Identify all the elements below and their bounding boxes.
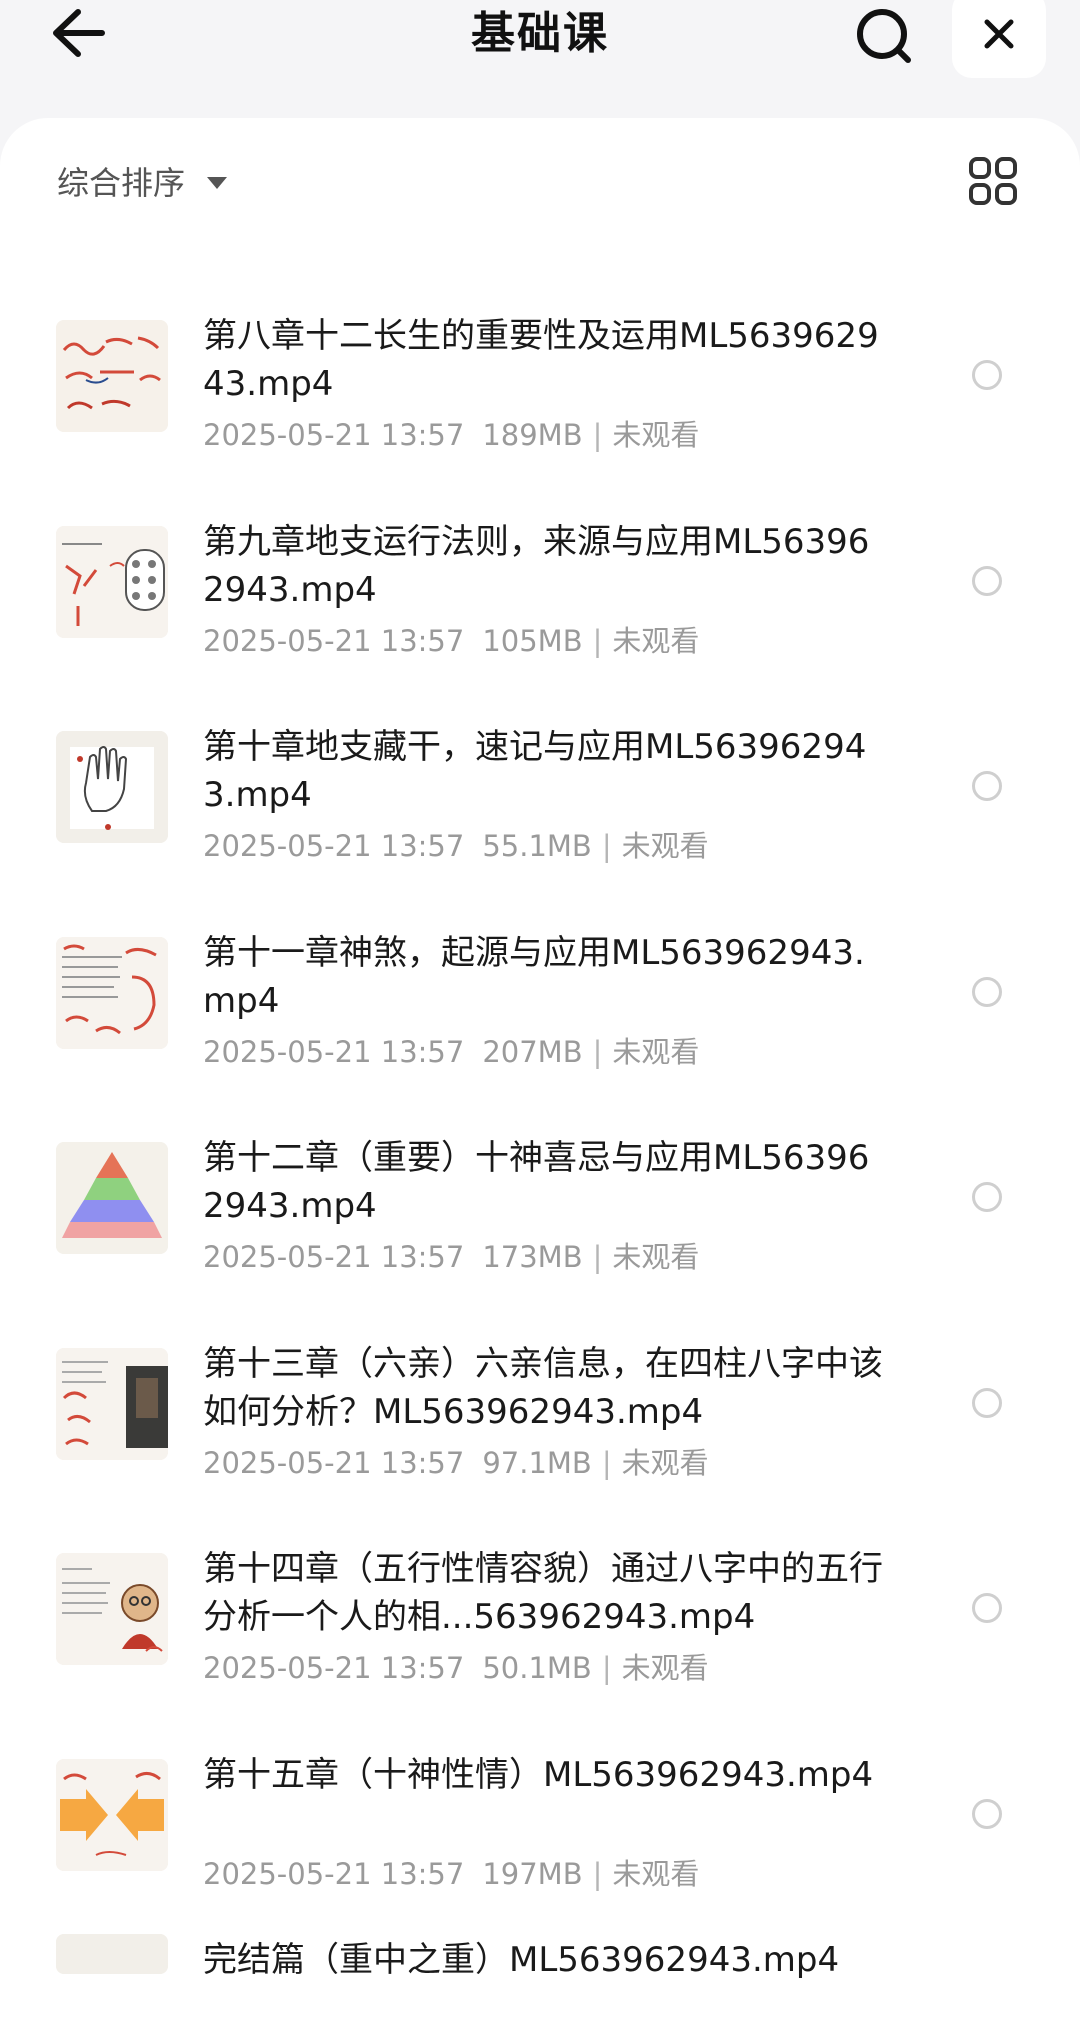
file-title: 第十四章（五行性情容貌）通过八字中的五行分析一个人的相...563962943.… [203, 1549, 883, 1637]
file-meta: 2025-05-21 13:57 55.1MB | 未观看 [203, 823, 709, 865]
file-panel: 综合排序 第八章十二长生的重要性及运用ML563962943.mp4 2025-… [0, 118, 1080, 2018]
file-meta: 2025-05-21 13:57 207MB | 未观看 [203, 1029, 699, 1071]
list-item[interactable]: 第十一章神煞，起源与应用ML563962943.mp4 2025-05-21 1… [0, 907, 1080, 1113]
select-radio[interactable] [972, 1593, 1002, 1623]
sort-label: 综合排序 [57, 164, 186, 202]
meta-divider: | [592, 1856, 603, 1891]
list-item-partial[interactable]: 完结篇（重中之重）ML563962943.mp4 [0, 1928, 1080, 1980]
watch-status: 未观看 [612, 1240, 700, 1274]
file-date: 2025-05-21 13:57 [203, 418, 465, 452]
file-title: 第十三章（六亲）六亲信息，在四柱八字中该如何分析？ML563962943.mp4 [203, 1343, 883, 1432]
list-item[interactable]: 第十四章（五行性情容貌）通过八字中的五行分析一个人的相...563962943.… [0, 1523, 1080, 1729]
file-title: 第八章十二长生的重要性及运用ML563962943.mp4 [203, 316, 879, 404]
search-button[interactable] [852, 4, 916, 68]
file-size: 173MB [482, 1240, 583, 1274]
page-title: 基础课 [471, 8, 609, 59]
view-toggle-button[interactable] [968, 156, 1018, 206]
file-meta: 2025-05-21 13:57 173MB | 未观看 [203, 1234, 699, 1276]
file-size: 50.1MB [482, 1651, 592, 1685]
file-title: 第十一章神煞，起源与应用ML563962943.mp4 [203, 932, 865, 1021]
select-radio[interactable] [972, 565, 1002, 596]
file-meta: 2025-05-21 13:57 105MB | 未观看 [203, 618, 699, 660]
video-thumbnail[interactable] [56, 936, 168, 1049]
file-meta: 2025-05-21 13:57 50.1MB | 未观看 [203, 1645, 709, 1687]
watch-status: 未观看 [621, 1651, 709, 1685]
file-date: 2025-05-21 13:57 [203, 1445, 465, 1480]
video-thumbnail[interactable] [56, 1553, 168, 1665]
file-list: 第八章十二长生的重要性及运用ML563962943.mp4 2025-05-21… [0, 290, 1080, 1934]
watch-status: 未观看 [612, 1034, 700, 1069]
file-date: 2025-05-21 13:57 [203, 829, 465, 863]
file-title: 完结篇（重中之重）ML563962943.mp4 [203, 1940, 840, 1980]
sort-dropdown[interactable]: 综合排序 [57, 158, 228, 204]
select-radio[interactable] [972, 1387, 1002, 1418]
file-size: 197MB [482, 1856, 583, 1891]
file-title: 第十二章（重要）十神喜忌与应用ML563962943.mp4 [203, 1138, 870, 1226]
file-title: 第九章地支运行法则，来源与应用ML563962943.mp4 [203, 521, 870, 610]
video-thumbnail[interactable] [56, 1934, 168, 1974]
file-title: 第十五章（十神性情）ML563962943.mp4 [203, 1754, 874, 1795]
list-item[interactable]: 第十五章（十神性情）ML563962943.mp4 2025-05-21 13:… [0, 1729, 1080, 1935]
watch-status: 未观看 [621, 1445, 709, 1480]
meta-divider: | [601, 829, 612, 863]
file-meta: 2025-05-21 13:57 197MB | 未观看 [203, 1851, 699, 1893]
file-date: 2025-05-21 13:57 [203, 1034, 465, 1069]
select-radio[interactable] [972, 1798, 1002, 1829]
select-radio[interactable] [972, 1182, 1002, 1212]
file-date: 2025-05-21 13:57 [203, 1240, 465, 1274]
select-radio[interactable] [972, 771, 1002, 801]
close-icon [984, 19, 1014, 49]
file-date: 2025-05-21 13:57 [203, 623, 465, 658]
search-icon [857, 9, 911, 63]
file-date: 2025-05-21 13:57 [203, 1651, 465, 1685]
file-size: 55.1MB [482, 829, 592, 863]
grid-view-icon [969, 157, 1017, 205]
meta-divider: | [592, 1034, 603, 1069]
meta-divider: | [601, 1651, 612, 1685]
meta-divider: | [592, 418, 603, 452]
video-thumbnail[interactable] [56, 525, 168, 638]
video-thumbnail[interactable] [56, 731, 168, 843]
video-thumbnail[interactable] [56, 320, 168, 432]
list-item[interactable]: 第十三章（六亲）六亲信息，在四柱八字中该如何分析？ML563962943.mp4… [0, 1318, 1080, 1524]
select-radio[interactable] [972, 976, 1002, 1007]
close-button[interactable] [952, 0, 1046, 78]
list-item[interactable]: 第九章地支运行法则，来源与应用ML563962943.mp4 2025-05-2… [0, 496, 1080, 702]
watch-status: 未观看 [612, 418, 700, 452]
video-thumbnail[interactable] [56, 1758, 168, 1871]
file-meta: 2025-05-21 13:57 97.1MB | 未观看 [203, 1440, 709, 1482]
watch-status: 未观看 [612, 1856, 700, 1891]
video-thumbnail[interactable] [56, 1347, 168, 1460]
list-item[interactable]: 第八章十二长生的重要性及运用ML563962943.mp4 2025-05-21… [0, 290, 1080, 496]
video-thumbnail[interactable] [56, 1142, 168, 1254]
list-item[interactable]: 第十二章（重要）十神喜忌与应用ML563962943.mp4 2025-05-2… [0, 1112, 1080, 1318]
caret-down-icon [207, 177, 228, 189]
file-size: 97.1MB [482, 1445, 592, 1480]
meta-divider: | [601, 1445, 612, 1480]
file-date: 2025-05-21 13:57 [203, 1856, 465, 1891]
file-size: 207MB [482, 1034, 583, 1069]
watch-status: 未观看 [621, 829, 709, 863]
file-size: 189MB [482, 418, 583, 452]
file-meta: 2025-05-21 13:57 189MB | 未观看 [203, 412, 699, 454]
file-title: 第十章地支藏干，速记与应用ML563962943.mp4 [203, 727, 867, 815]
file-size: 105MB [482, 623, 583, 658]
top-bar: 基础课 [0, 0, 1080, 110]
select-radio[interactable] [972, 360, 1002, 390]
meta-divider: | [592, 1240, 603, 1274]
meta-divider: | [592, 623, 603, 658]
watch-status: 未观看 [612, 623, 700, 658]
list-item[interactable]: 第十章地支藏干，速记与应用ML563962943.mp4 2025-05-21 … [0, 701, 1080, 907]
